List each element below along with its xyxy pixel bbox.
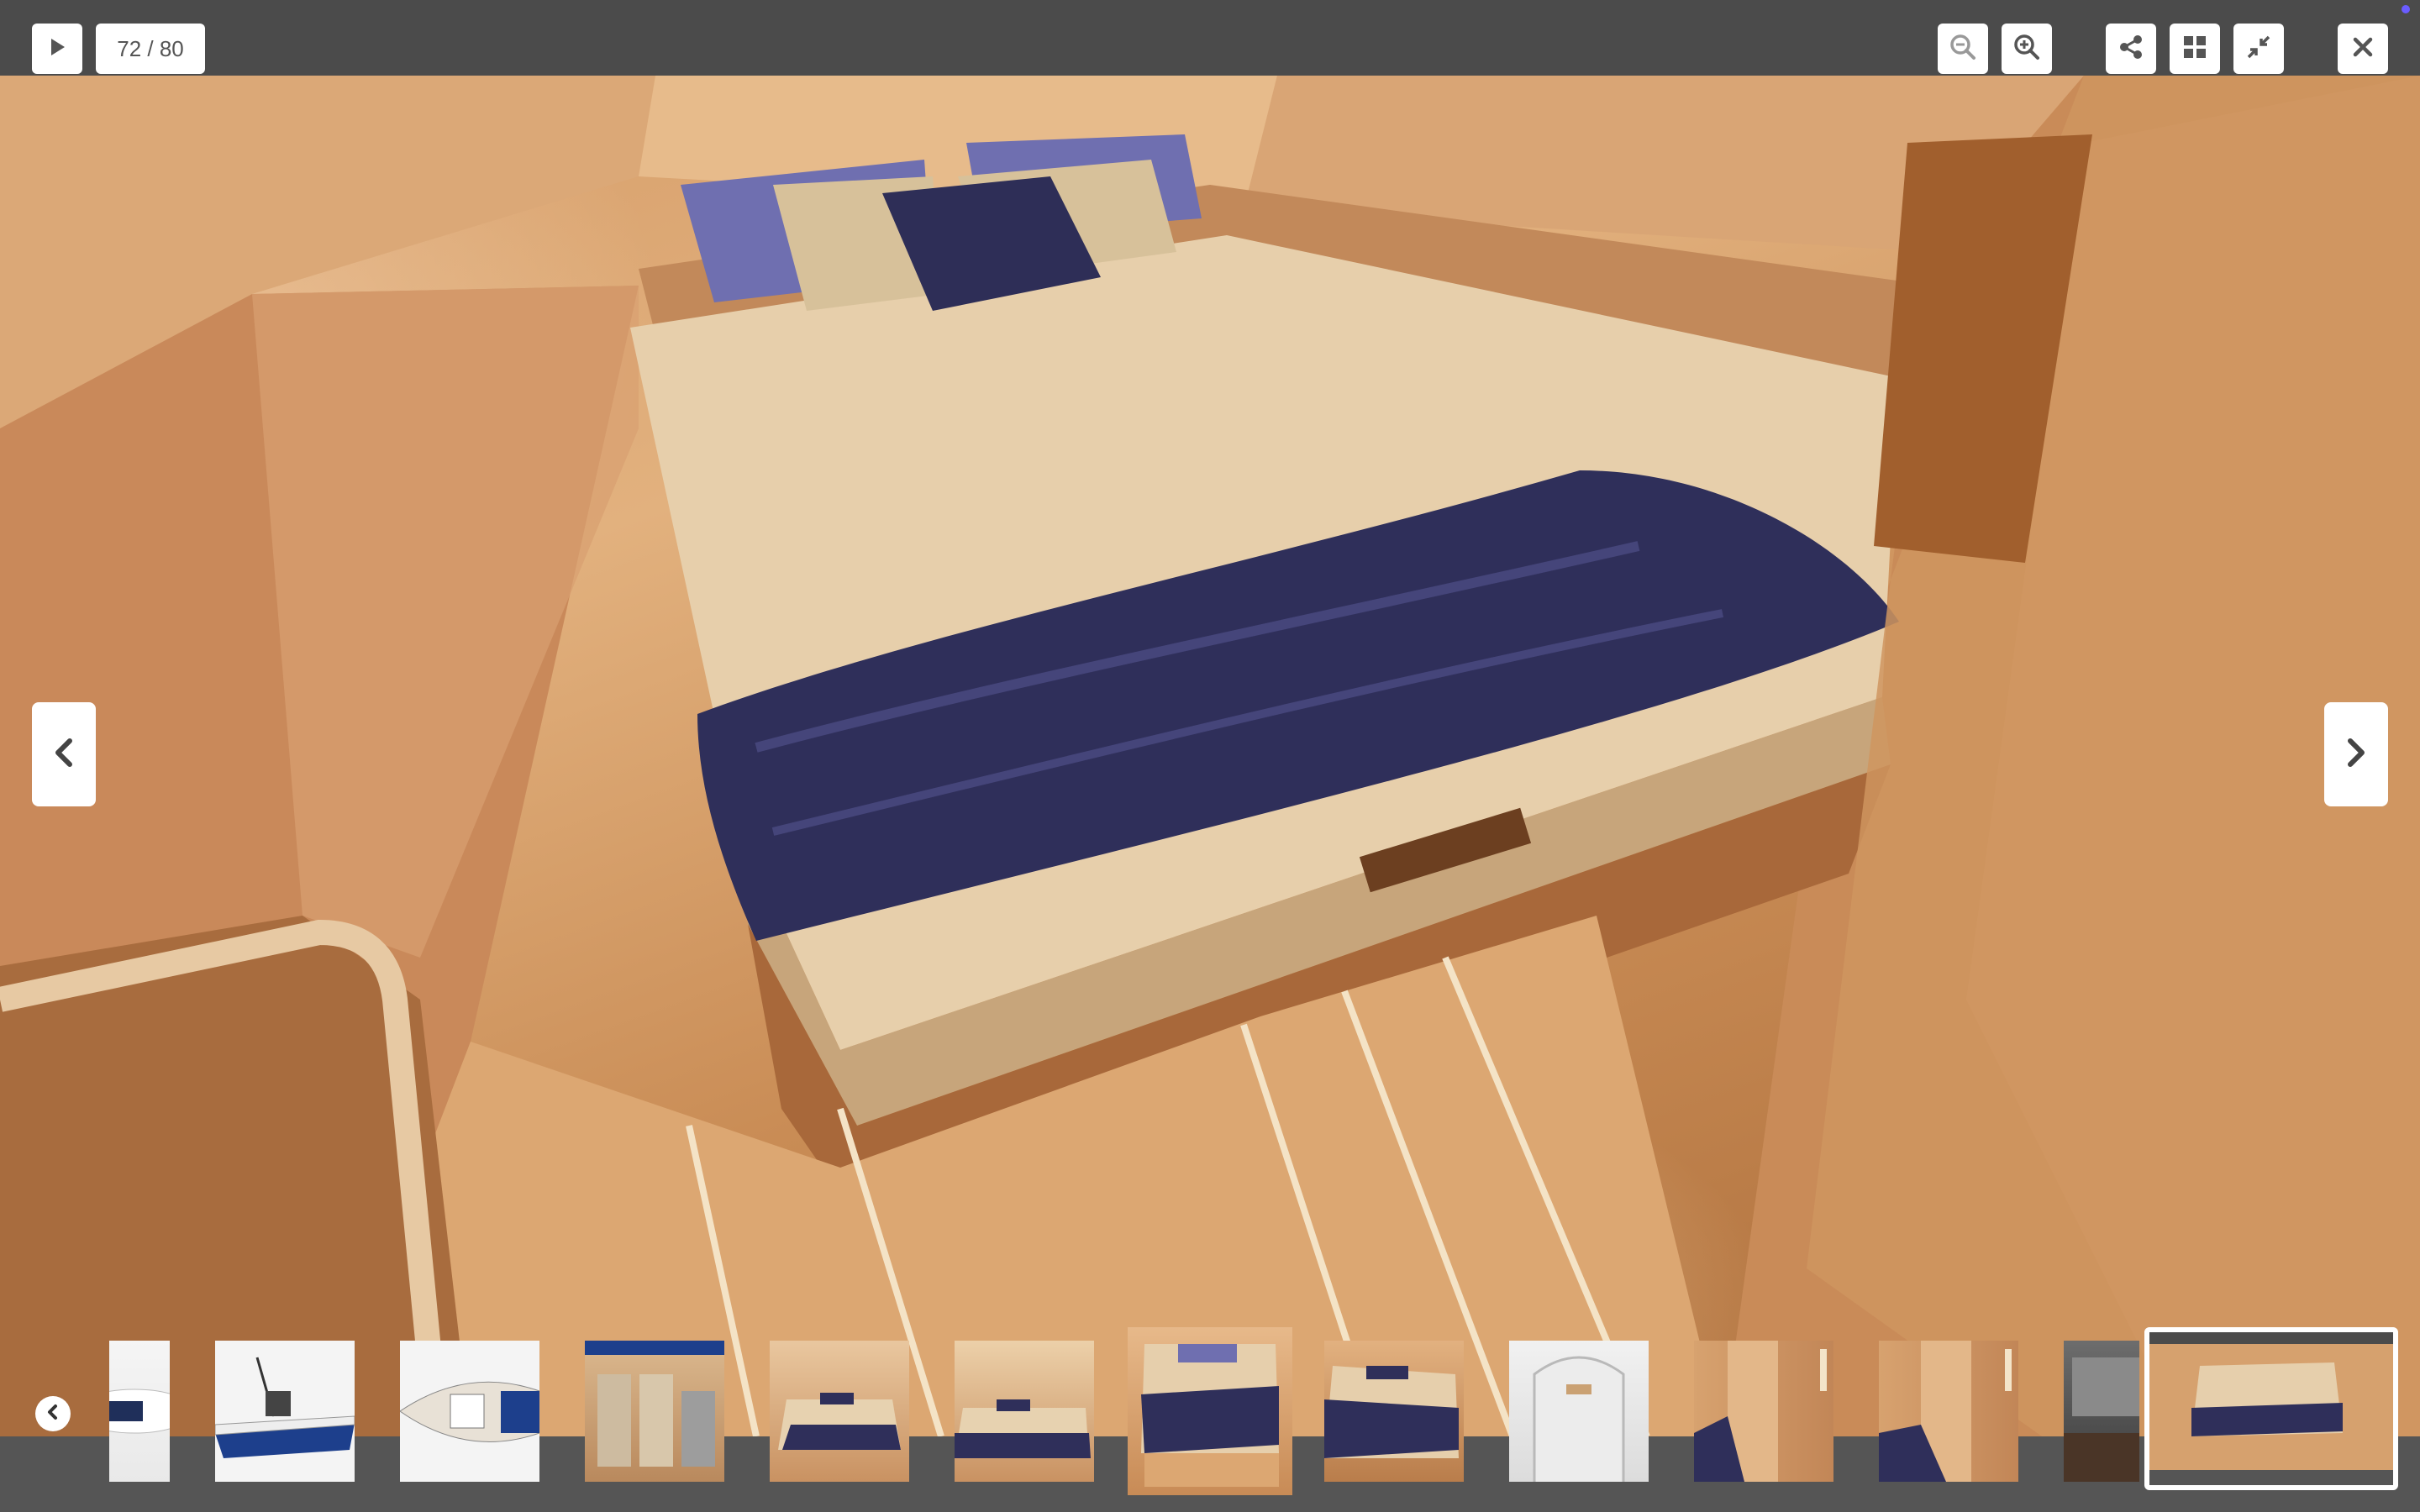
zoom-out-icon [1949,33,1977,66]
next-image-button[interactable] [2324,702,2388,806]
zoom-in-button[interactable] [2002,24,2052,74]
status-dot [2402,5,2410,13]
thumbnail[interactable] [1324,1341,1464,1482]
play-icon [46,36,68,62]
thumbnail-current[interactable] [1128,1327,1292,1495]
thumbnail[interactable] [400,1341,539,1482]
exit-fullscreen-button[interactable] [2233,24,2284,74]
thumbnail[interactable] [585,1341,724,1482]
chevron-right-icon [2344,736,2369,774]
toolbar: 72 / 80 [0,0,2420,76]
thumbnail[interactable] [109,1341,170,1482]
thumbnail[interactable] [2064,1341,2139,1482]
thumbnail-active[interactable] [2144,1327,2398,1490]
thumbnail[interactable] [1694,1341,1833,1482]
close-icon [2351,35,2375,63]
slide-counter: 72 / 80 [96,24,205,74]
share-icon [2118,34,2144,65]
share-button[interactable] [2106,24,2156,74]
main-image [0,76,2420,1436]
chevron-left-icon [51,736,76,774]
play-button[interactable] [32,24,82,74]
thumbnail[interactable] [955,1341,1094,1482]
close-button[interactable] [2338,24,2388,74]
filmstrip-prev-button[interactable] [35,1396,71,1431]
thumbnail[interactable] [1509,1341,1649,1482]
grid-icon [2182,34,2207,64]
compress-icon [2245,34,2272,65]
thumbnail[interactable] [770,1341,909,1482]
zoom-in-icon [2012,33,2041,66]
cabin-render [0,76,2420,1436]
circle-chevron-left-icon [43,1402,63,1426]
zoom-out-button[interactable] [1938,24,1988,74]
grid-view-button[interactable] [2170,24,2220,74]
previous-image-button[interactable] [32,702,96,806]
thumbnail[interactable] [215,1341,355,1482]
thumbnail[interactable] [1879,1341,2018,1482]
